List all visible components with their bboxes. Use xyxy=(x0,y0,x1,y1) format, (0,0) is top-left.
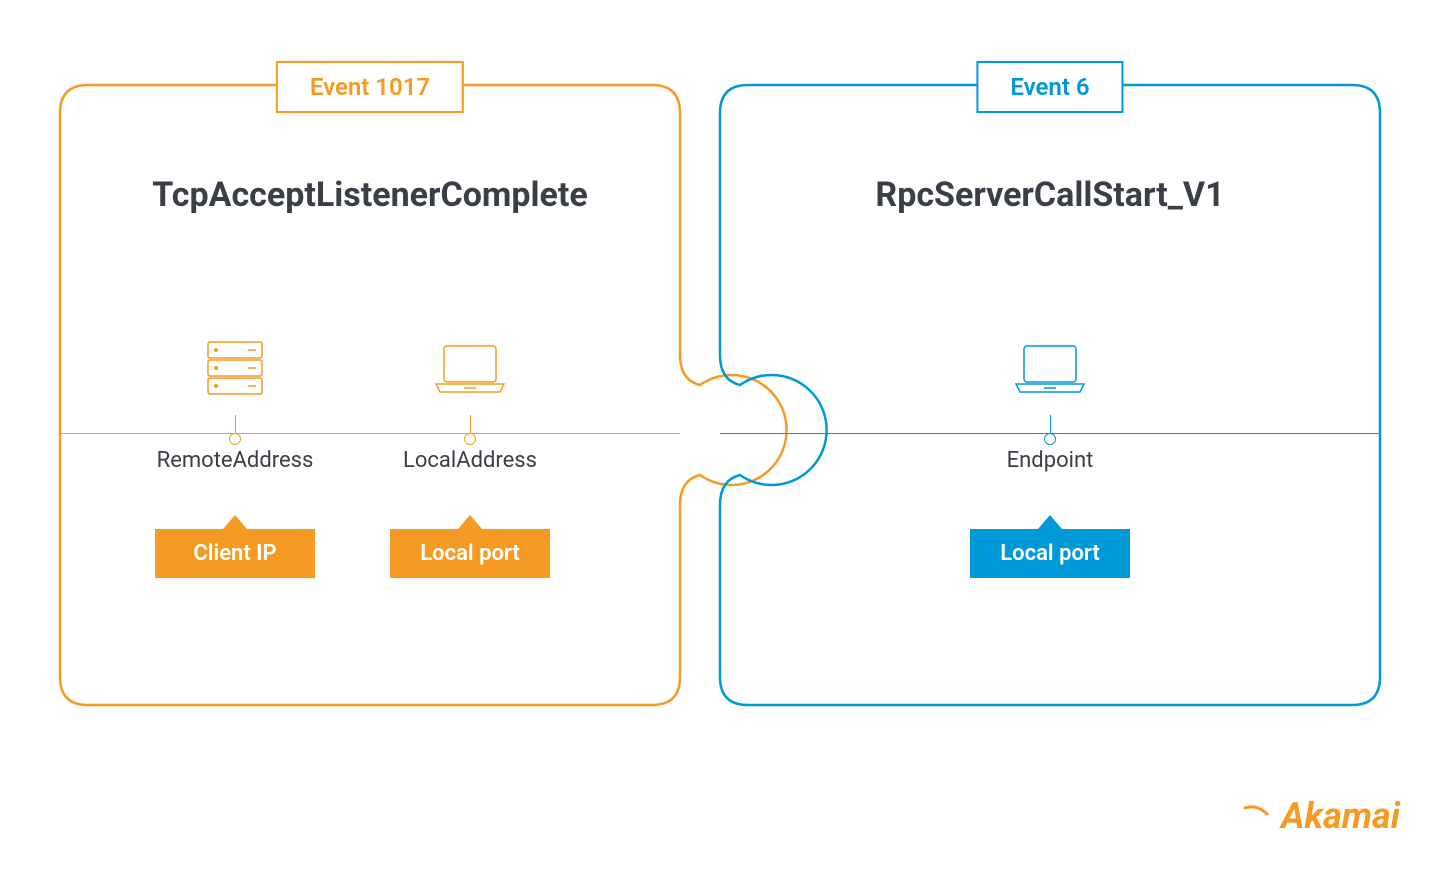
callout-local-port-left: Local port xyxy=(390,515,550,578)
right-title: RpcServerCallStart_V1 xyxy=(720,175,1380,215)
server-icon xyxy=(135,340,335,400)
node-label-endpoint: Endpoint xyxy=(950,448,1150,473)
event-label-right: Event 6 xyxy=(976,61,1123,113)
connector-dot xyxy=(1044,433,1056,445)
node-endpoint: Endpoint xyxy=(950,340,1150,473)
left-piece: Event 1017 TcpAcceptListenerComplete xyxy=(60,85,680,705)
akamai-logo-text: Akamai xyxy=(1281,795,1400,837)
left-title: TcpAcceptListenerComplete xyxy=(60,175,680,215)
node-remote-address: RemoteAddress xyxy=(135,340,335,473)
node-label-local-address: LocalAddress xyxy=(370,448,570,473)
laptop-icon xyxy=(370,340,570,400)
akamai-swoosh-icon xyxy=(1227,792,1275,840)
node-label-remote-address: RemoteAddress xyxy=(135,448,335,473)
diagram-canvas: Event 1017 TcpAcceptListenerComplete xyxy=(0,0,1440,870)
event-label-left: Event 1017 xyxy=(276,61,464,113)
right-piece: Event 6 RpcServerCallStart_V1 Endpoint L… xyxy=(720,85,1380,705)
callout-client-ip: Client IP xyxy=(155,515,315,578)
laptop-icon xyxy=(950,340,1150,400)
node-local-address: LocalAddress xyxy=(370,340,570,473)
connector-dot xyxy=(464,433,476,445)
connector-dot xyxy=(229,433,241,445)
callout-local-port-right: Local port xyxy=(970,515,1130,578)
akamai-logo: Akamai xyxy=(1227,792,1400,840)
